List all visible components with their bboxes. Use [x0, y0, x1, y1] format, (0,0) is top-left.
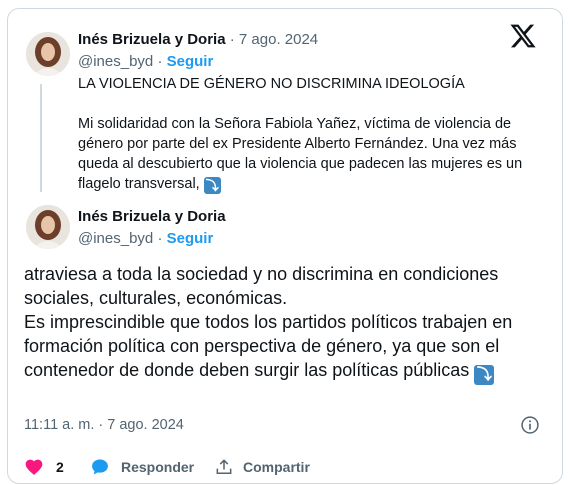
main-header: Inés Brizuela y Doria — [78, 207, 226, 227]
follow-button[interactable]: Seguir — [167, 53, 214, 70]
tweet-date[interactable]: 7 ago. 2024 — [239, 31, 318, 48]
arrow-down-emoji-icon: ⤵ — [474, 365, 495, 385]
share-label: Compartir — [243, 459, 310, 475]
tweet-text-content: atraviesa a toda la sociedad y no discri… — [24, 264, 513, 380]
reply-button[interactable]: Responder — [90, 455, 200, 479]
share-button[interactable]: Compartir — [214, 455, 324, 479]
separator: · — [153, 230, 167, 247]
tweet-text: atraviesa a toda la sociedad y no discri… — [24, 262, 544, 385]
quoted-subheader: @ines_byd · Seguir — [78, 52, 213, 72]
share-icon — [216, 459, 232, 474]
avatar[interactable] — [26, 32, 70, 76]
quoted-body-text: Mi solidaridad con la Señora Fabiola Yañ… — [78, 116, 523, 192]
author-name[interactable]: Inés Brizuela y Doria — [78, 31, 226, 48]
like-button[interactable]: 2 — [24, 455, 74, 479]
info-icon[interactable] — [520, 415, 540, 435]
like-count: 2 — [56, 459, 64, 475]
quoted-header: Inés Brizuela y Doria · 7 ago. 2024 — [78, 30, 318, 50]
main-subheader: @ines_byd · Seguir — [78, 229, 213, 249]
reply-label: Responder — [121, 459, 195, 475]
avatar[interactable] — [26, 205, 70, 249]
quoted-body: Mi solidaridad con la Señora Fabiola Yañ… — [78, 114, 548, 194]
separator: · — [153, 53, 167, 70]
speech-bubble-icon — [92, 459, 108, 475]
heart-icon — [25, 459, 43, 475]
thread-line — [40, 84, 42, 192]
author-handle[interactable]: @ines_byd — [78, 230, 153, 247]
author-handle[interactable]: @ines_byd — [78, 53, 153, 70]
author-name[interactable]: Inés Brizuela y Doria — [78, 208, 226, 225]
x-logo-icon[interactable] — [509, 22, 537, 50]
follow-button[interactable]: Seguir — [167, 230, 214, 247]
arrow-down-emoji-icon: ⤵ — [203, 177, 221, 194]
tweet-timestamp[interactable]: 11:11 a. m. · 7 ago. 2024 — [24, 417, 184, 433]
separator: · — [225, 31, 239, 48]
quoted-title: LA VIOLENCIA DE GÉNERO NO DISCRIMINA IDE… — [78, 76, 465, 92]
